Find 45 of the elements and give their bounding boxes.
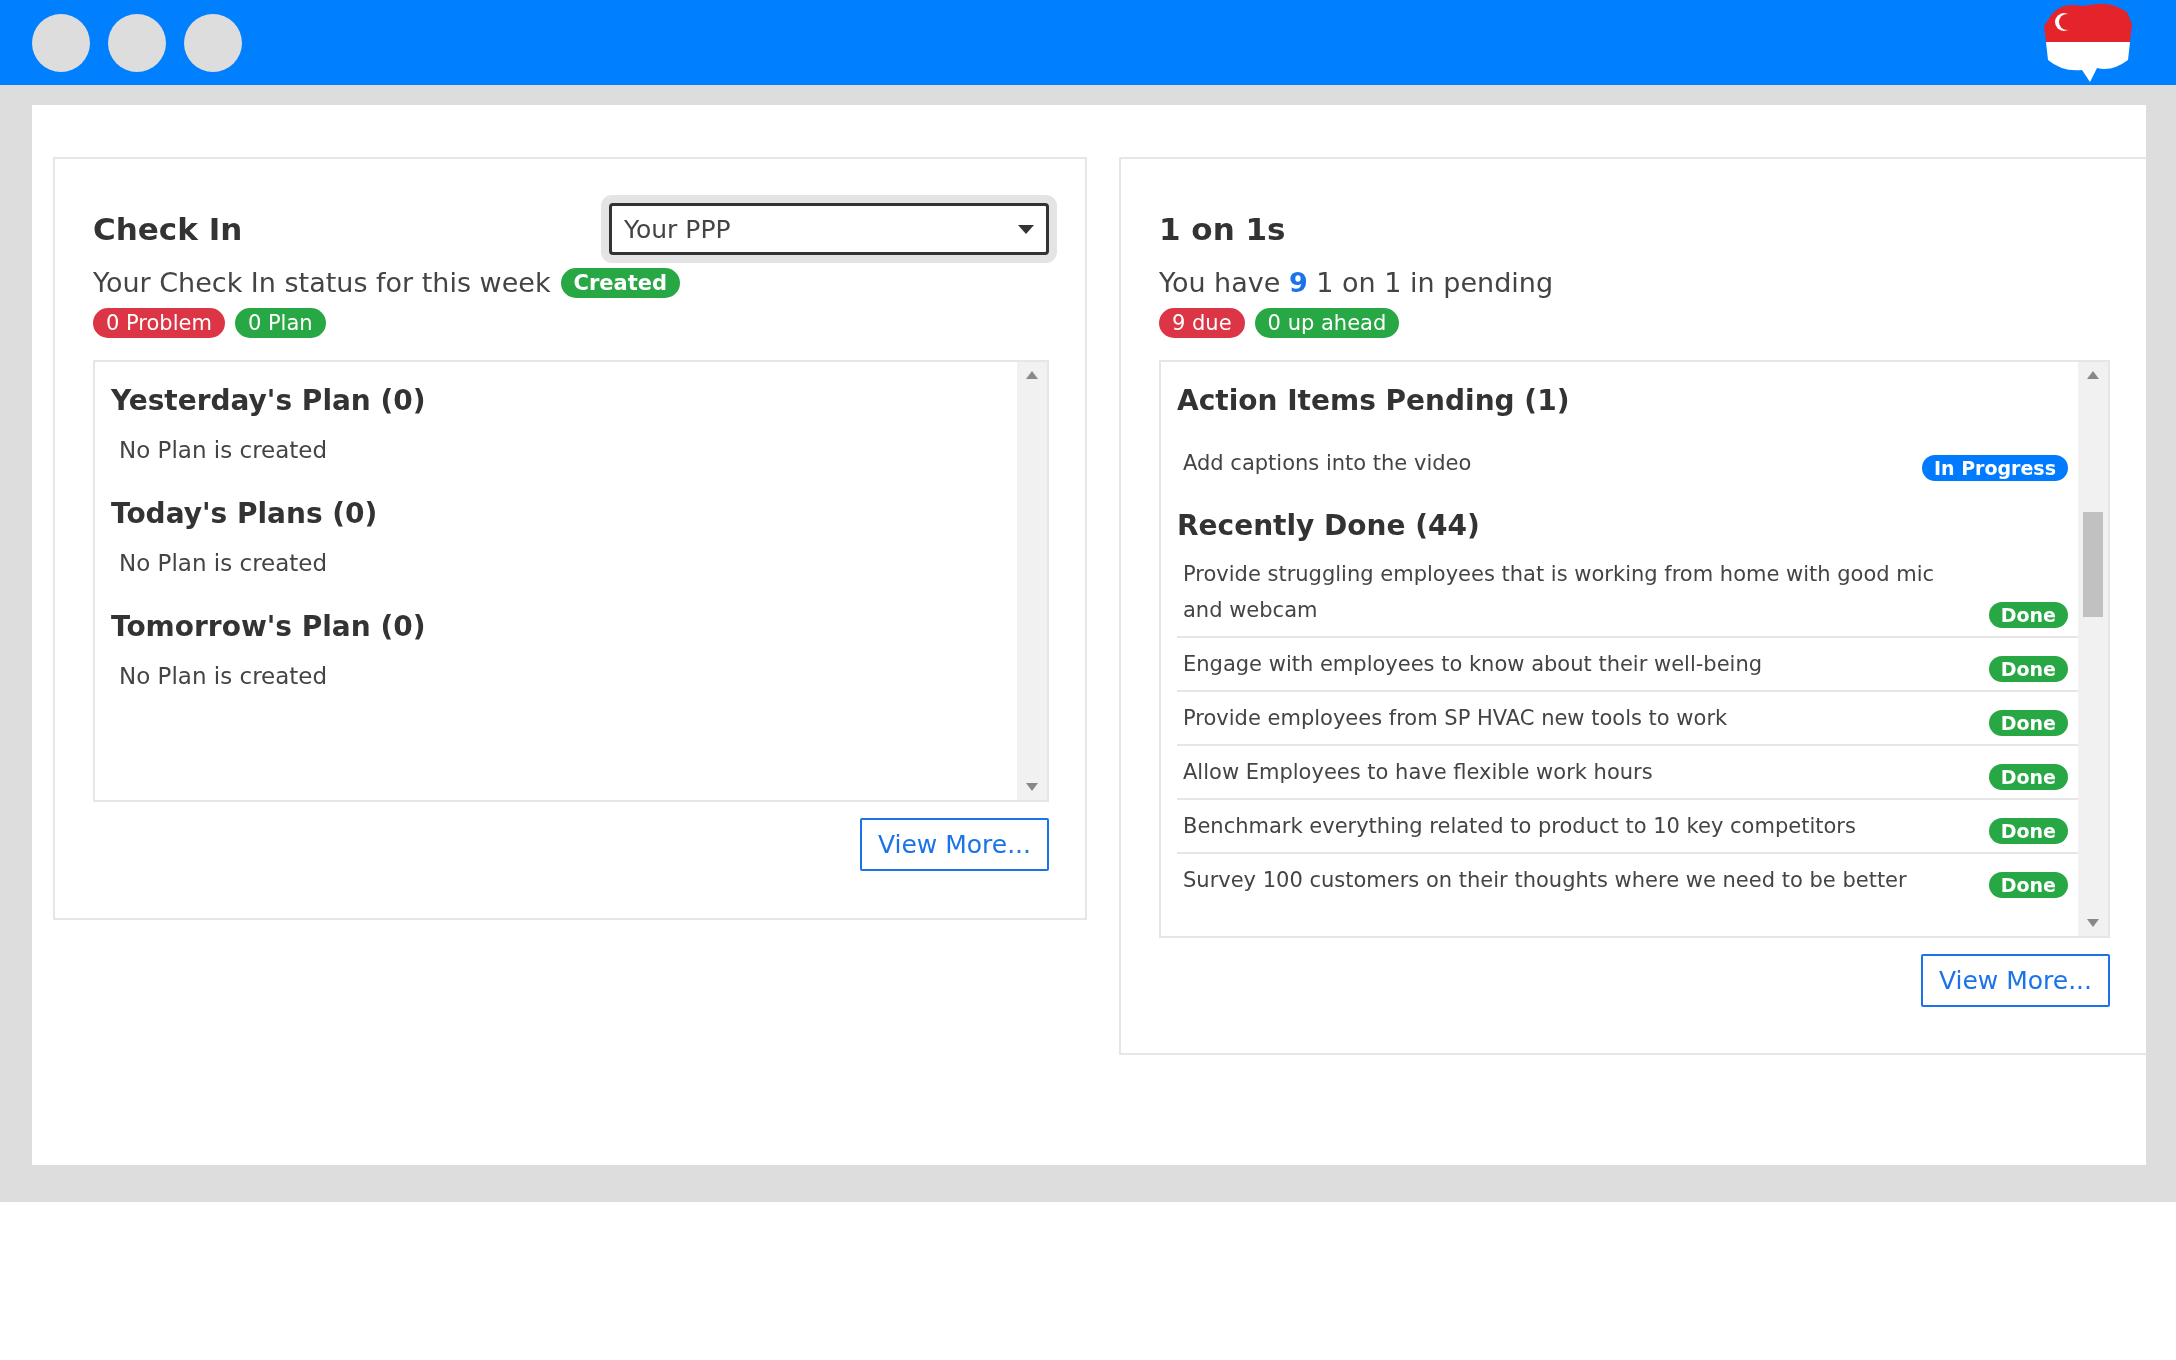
item-text: Engage with employees to know about their well-being — [1183, 651, 1763, 678]
map-flag-icon — [2042, 1, 2134, 84]
section-heading: Action Items Pending (1) — [1177, 384, 1571, 417]
status-text: Your Check In status for this week — [93, 267, 551, 298]
scroll-down-icon[interactable] — [2086, 918, 2100, 928]
count-badge: 0 Plan — [234, 308, 326, 338]
item-text: Provide struggling employees that is working from home with good mic and webcam — [1183, 561, 1936, 624]
section-heading: Recently Done (44) — [1177, 509, 1481, 542]
status-badge: Done — [1988, 764, 2068, 790]
status-badge: Created — [560, 267, 681, 298]
status-badge: Done — [1988, 656, 2068, 682]
scroll-up-icon[interactable] — [2086, 370, 2100, 380]
count-badge: 0 Problem — [93, 308, 225, 338]
count-badge: 9 due — [1159, 308, 1245, 338]
scroll-up-icon[interactable] — [1025, 370, 1039, 380]
card-title: 1 on 1s — [1159, 211, 1286, 247]
section-heading: Tomorrow's Plan (0) — [111, 610, 427, 643]
caret-icon — [1018, 224, 1034, 234]
section-heading: Yesterday's Plan (0) — [111, 384, 427, 417]
item-text: Benchmark everything related to product to 10 key competitors — [1183, 813, 1856, 840]
status-badge: Done — [1988, 872, 2068, 898]
view-more-button[interactable]: View More... — [1920, 954, 2110, 1007]
window-control[interactable] — [108, 13, 166, 72]
empty-text: No Plan is created — [119, 550, 329, 576]
item-text: Survey 100 customers on their thoughts where we need to be better — [1183, 867, 1907, 894]
status-badge: Done — [1988, 818, 2068, 844]
scroll-thumb[interactable] — [2083, 511, 2103, 617]
scrollbar[interactable] — [2078, 362, 2108, 936]
summary-text: You have 9 1 on 1 in pending — [1159, 267, 1554, 298]
window-control[interactable] — [184, 13, 242, 72]
status-badge: Done — [1988, 602, 2068, 628]
item-text: Provide employees from SP HVAC new tools to work — [1183, 705, 1728, 732]
section-heading: Today's Plans (0) — [111, 497, 379, 530]
scrollbar[interactable] — [1017, 362, 1047, 800]
window-control[interactable] — [32, 13, 90, 72]
count-badge: 0 up ahead — [1254, 308, 1400, 338]
item-text: Add captions into the video — [1183, 450, 1472, 477]
item-text: Allow Employees to have flexible work hours — [1183, 759, 1653, 786]
view-more-button[interactable]: View More... — [859, 818, 1049, 871]
status-badge: Done — [1988, 710, 2068, 736]
card-title: Check In — [93, 211, 243, 247]
scroll-down-icon[interactable] — [1025, 782, 1039, 792]
empty-text: No Plan is created — [119, 437, 329, 463]
empty-text: No Plan is created — [119, 663, 329, 689]
status-badge: In Progress — [1921, 455, 2068, 481]
